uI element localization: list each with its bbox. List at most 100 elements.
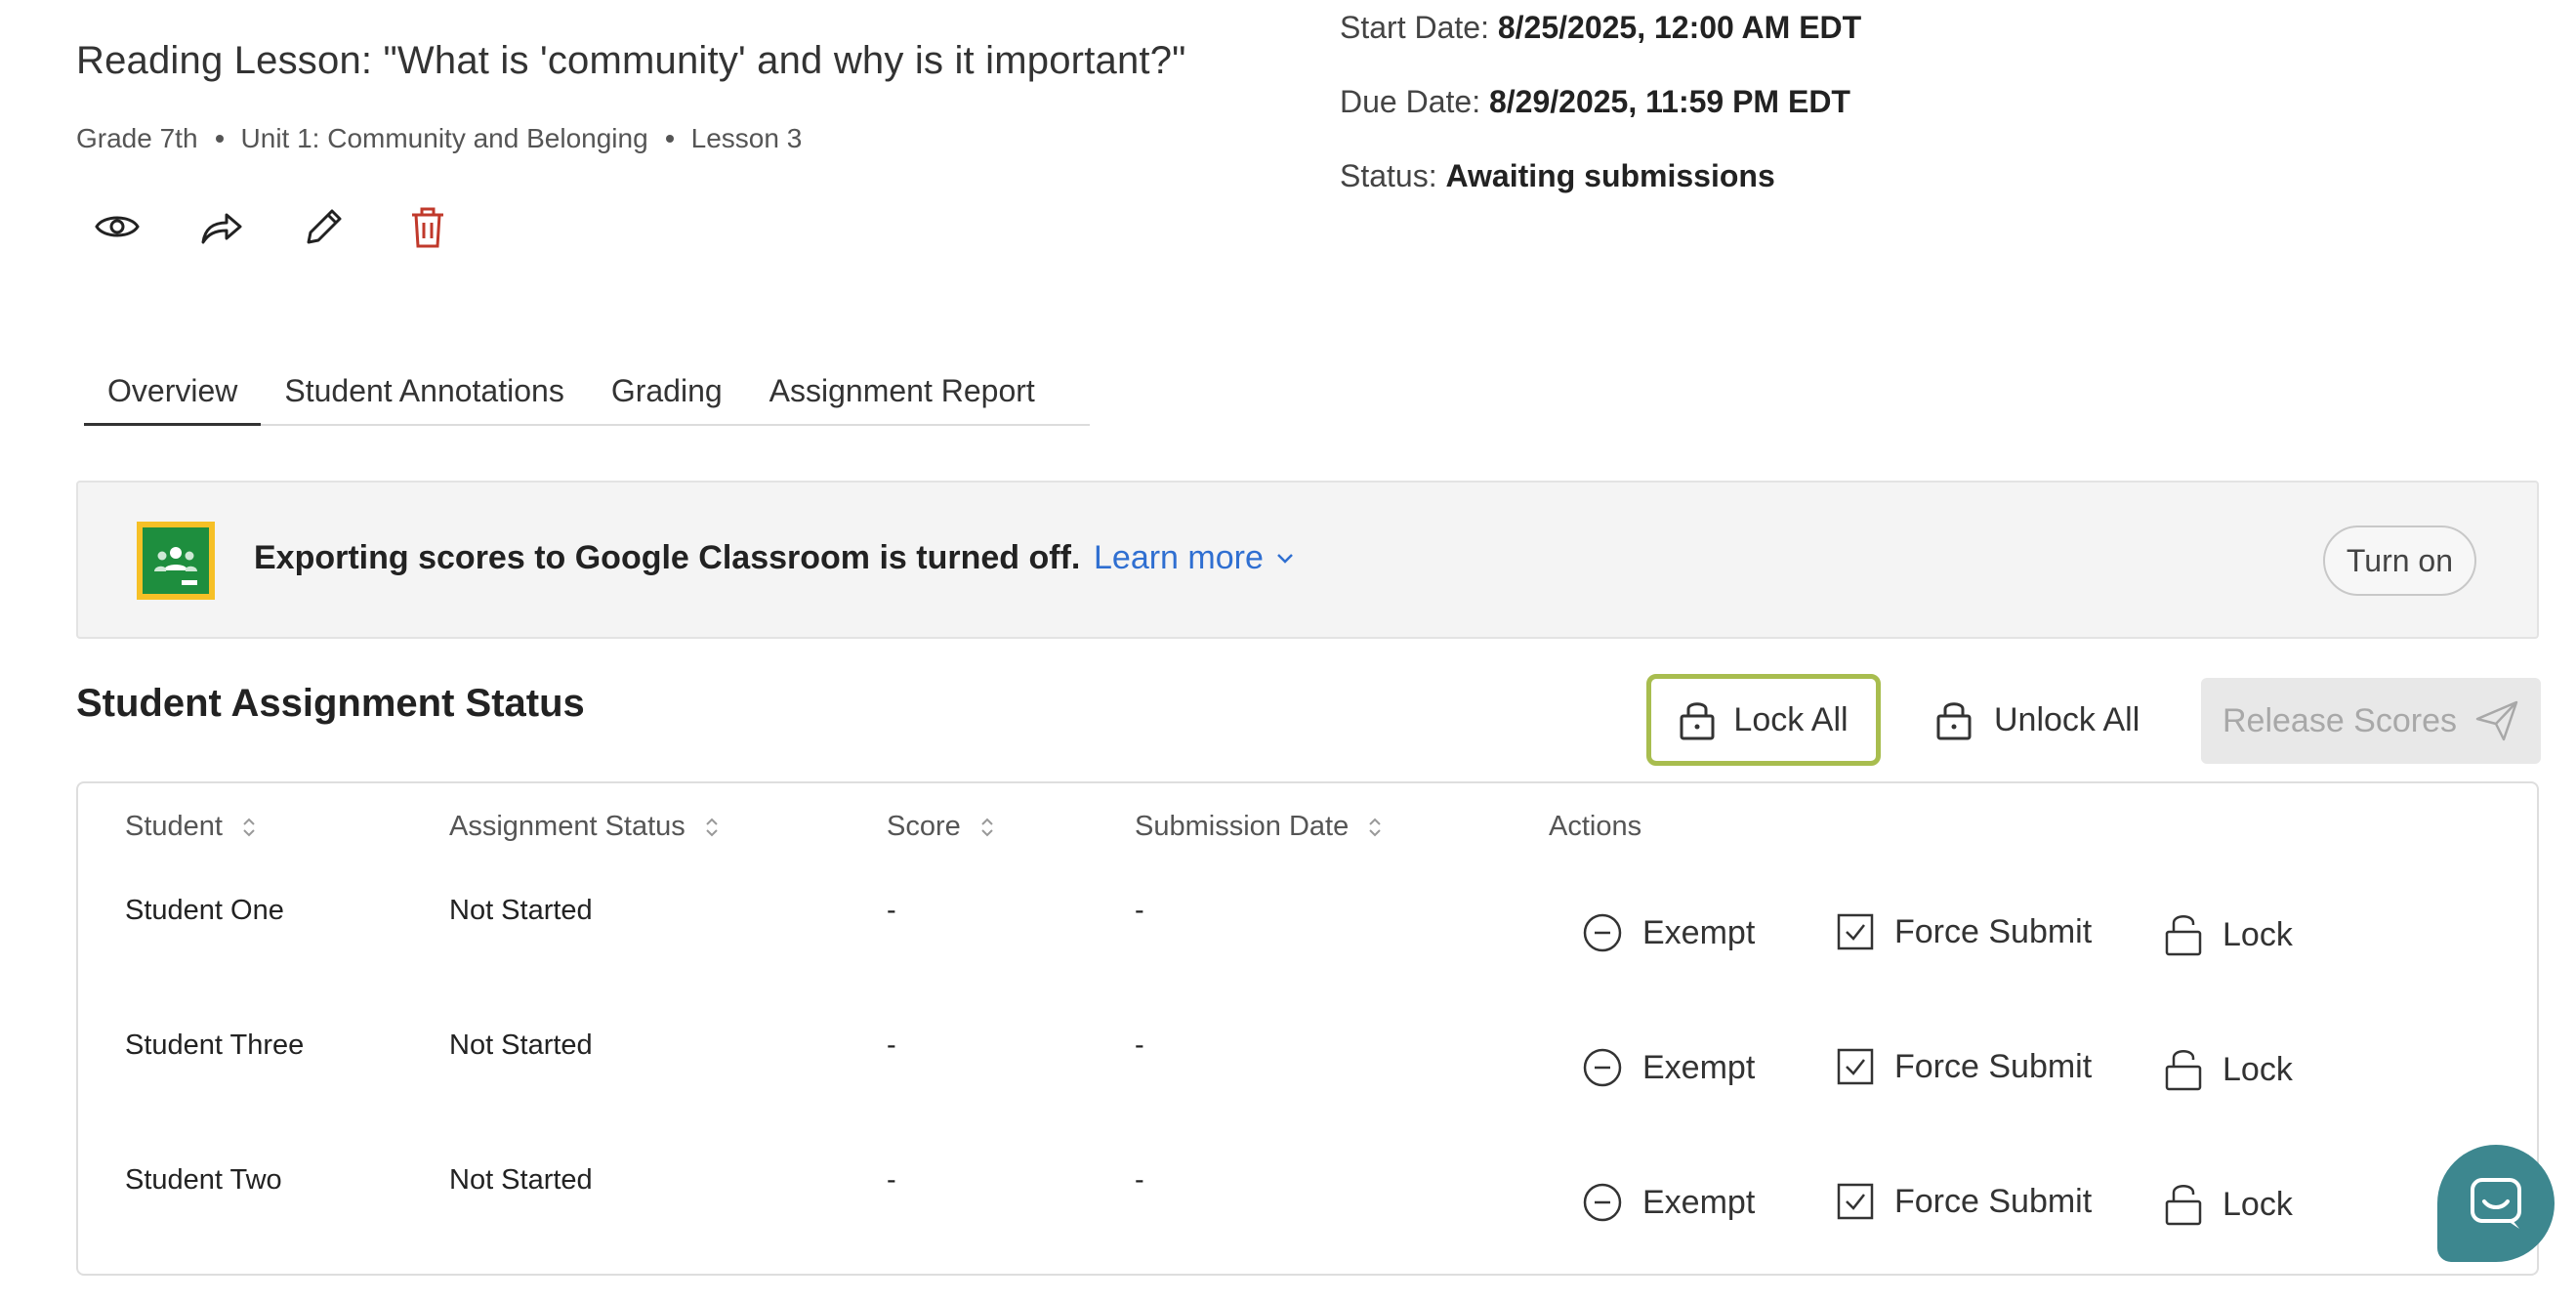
assignment-status: Status: Awaiting submissions xyxy=(1340,158,1775,194)
release-scores-label: Release Scores xyxy=(2222,701,2457,739)
score-cell: - xyxy=(887,1164,896,1196)
pencil-icon xyxy=(307,209,342,244)
checkbox-icon xyxy=(1837,1048,1874,1085)
exempt-button[interactable]: Exempt xyxy=(1582,912,1755,953)
start-date-value: 8/25/2025, 12:00 AM EDT xyxy=(1497,10,1862,45)
minus-circle-icon xyxy=(1583,1048,1622,1087)
lock-button[interactable]: Lock xyxy=(2164,912,2293,957)
edit-button[interactable] xyxy=(301,203,348,250)
force-submit-button[interactable]: Force Submit xyxy=(1836,1047,2092,1086)
assignment-status-cell: Not Started xyxy=(449,1030,593,1061)
google-classroom-logo xyxy=(137,522,215,600)
separator-dot xyxy=(215,135,224,143)
banner-message: Exporting scores to Google Classroom is … xyxy=(254,539,1081,576)
minus-circle-icon xyxy=(1583,1183,1622,1222)
due-date: Due Date: 8/29/2025, 11:59 PM EDT xyxy=(1340,84,1850,120)
send-icon xyxy=(2475,700,2518,741)
sort-icon xyxy=(242,817,256,838)
submission-date-cell: - xyxy=(1135,895,1144,926)
status-label: Status: xyxy=(1340,158,1437,193)
column-header-label: Submission Date xyxy=(1135,811,1350,842)
learn-more-label: Learn more xyxy=(1094,539,1264,576)
trash-icon xyxy=(412,207,443,248)
chat-icon xyxy=(2471,1178,2521,1229)
column-header-submission-date[interactable]: Submission Date xyxy=(1135,811,1382,843)
eye-icon xyxy=(95,216,140,237)
lock-label: Lock xyxy=(2223,1050,2293,1088)
unlock-all-button[interactable]: Unlock All xyxy=(1935,674,2140,766)
start-date: Start Date: 8/25/2025, 12:00 AM EDT xyxy=(1340,10,1861,46)
section-title: Student Assignment Status xyxy=(76,682,585,725)
unlocked-icon xyxy=(2165,1185,2202,1226)
checkbox-icon xyxy=(1837,1183,1874,1220)
minus-circle-icon xyxy=(1583,913,1622,952)
column-header-student[interactable]: Student xyxy=(125,811,256,843)
assignment-page: Reading Lesson: "What is 'community' and… xyxy=(0,0,2576,1303)
lesson-number-label: Lesson 3 xyxy=(690,123,803,153)
assignment-status-cell: Not Started xyxy=(449,1164,593,1196)
tab-bar: Overview Student Annotations Grading Ass… xyxy=(84,367,1090,426)
lock-all-button[interactable]: Lock All xyxy=(1646,674,1881,766)
column-header-assignment-status[interactable]: Assignment Status xyxy=(449,811,719,843)
chat-support-button[interactable] xyxy=(2437,1145,2555,1262)
student-name[interactable]: Student Three xyxy=(125,1030,304,1062)
due-date-label: Due Date: xyxy=(1340,84,1481,119)
student-status-table: Student Assignment Status Score Submissi… xyxy=(76,781,2539,1276)
tab-student-annotations[interactable]: Student Annotations xyxy=(261,367,587,426)
lock-button[interactable]: Lock xyxy=(2164,1047,2293,1092)
score-cell: - xyxy=(887,1030,896,1061)
share-icon xyxy=(201,213,242,244)
column-header-label: Actions xyxy=(1549,811,1642,842)
lock-icon xyxy=(1680,702,1715,740)
lesson-title: Reading Lesson: "What is 'community' and… xyxy=(76,39,1186,82)
lock-label: Lock xyxy=(2223,915,2293,953)
submission-date-cell: - xyxy=(1135,1030,1144,1061)
preview-button[interactable] xyxy=(94,203,141,250)
student-name[interactable]: Student Two xyxy=(125,1164,282,1197)
status-value: Awaiting submissions xyxy=(1445,158,1775,193)
unlock-all-label: Unlock All xyxy=(1994,700,2140,738)
tab-overview[interactable]: Overview xyxy=(84,367,262,426)
separator-dot xyxy=(665,135,674,143)
due-date-value: 8/29/2025, 11:59 PM EDT xyxy=(1488,84,1850,119)
column-header-label: Student xyxy=(125,811,223,842)
column-header-score[interactable]: Score xyxy=(887,811,994,843)
tab-grading[interactable]: Grading xyxy=(588,367,746,426)
turn-on-button[interactable]: Turn on xyxy=(2322,525,2476,596)
sort-icon xyxy=(980,817,994,838)
lock-button[interactable]: Lock xyxy=(2164,1182,2293,1227)
force-submit-label: Force Submit xyxy=(1894,912,2093,950)
exempt-label: Exempt xyxy=(1642,1048,1756,1086)
column-header-label: Assignment Status xyxy=(449,811,686,842)
grade-label: Grade 7th xyxy=(76,123,198,153)
chevron-down-icon xyxy=(1276,553,1293,564)
lesson-breadcrumb: Grade 7th Unit 1: Community and Belongin… xyxy=(76,123,802,154)
exempt-button[interactable]: Exempt xyxy=(1582,1182,1755,1223)
learn-more-link[interactable]: Learn more xyxy=(1094,539,1295,577)
tab-assignment-report[interactable]: Assignment Report xyxy=(746,367,1059,426)
share-button[interactable] xyxy=(197,203,244,250)
exempt-label: Exempt xyxy=(1642,913,1756,951)
lock-label: Lock xyxy=(2223,1185,2293,1223)
force-submit-button[interactable]: Force Submit xyxy=(1836,912,2092,951)
checkbox-icon xyxy=(1837,913,1874,950)
force-submit-button[interactable]: Force Submit xyxy=(1836,1182,2092,1221)
delete-button[interactable] xyxy=(404,203,451,250)
exempt-label: Exempt xyxy=(1642,1183,1756,1221)
exempt-button[interactable]: Exempt xyxy=(1582,1047,1755,1088)
force-submit-label: Force Submit xyxy=(1894,1047,2093,1085)
score-cell: - xyxy=(887,895,896,926)
assignment-status-cell: Not Started xyxy=(449,895,593,926)
column-header-actions: Actions xyxy=(1549,811,1641,843)
lock-icon xyxy=(1936,702,1972,740)
assignment-toolbar xyxy=(94,203,451,250)
column-header-label: Score xyxy=(887,811,961,842)
start-date-label: Start Date: xyxy=(1340,10,1489,45)
google-classroom-banner: Exporting scores to Google Classroom is … xyxy=(76,481,2539,639)
student-name[interactable]: Student One xyxy=(125,895,284,927)
submission-date-cell: - xyxy=(1135,1164,1144,1196)
release-scores-button[interactable]: Release Scores xyxy=(2201,678,2541,764)
unlocked-icon xyxy=(2165,915,2202,956)
sort-icon xyxy=(705,817,719,838)
unlocked-icon xyxy=(2165,1050,2202,1091)
